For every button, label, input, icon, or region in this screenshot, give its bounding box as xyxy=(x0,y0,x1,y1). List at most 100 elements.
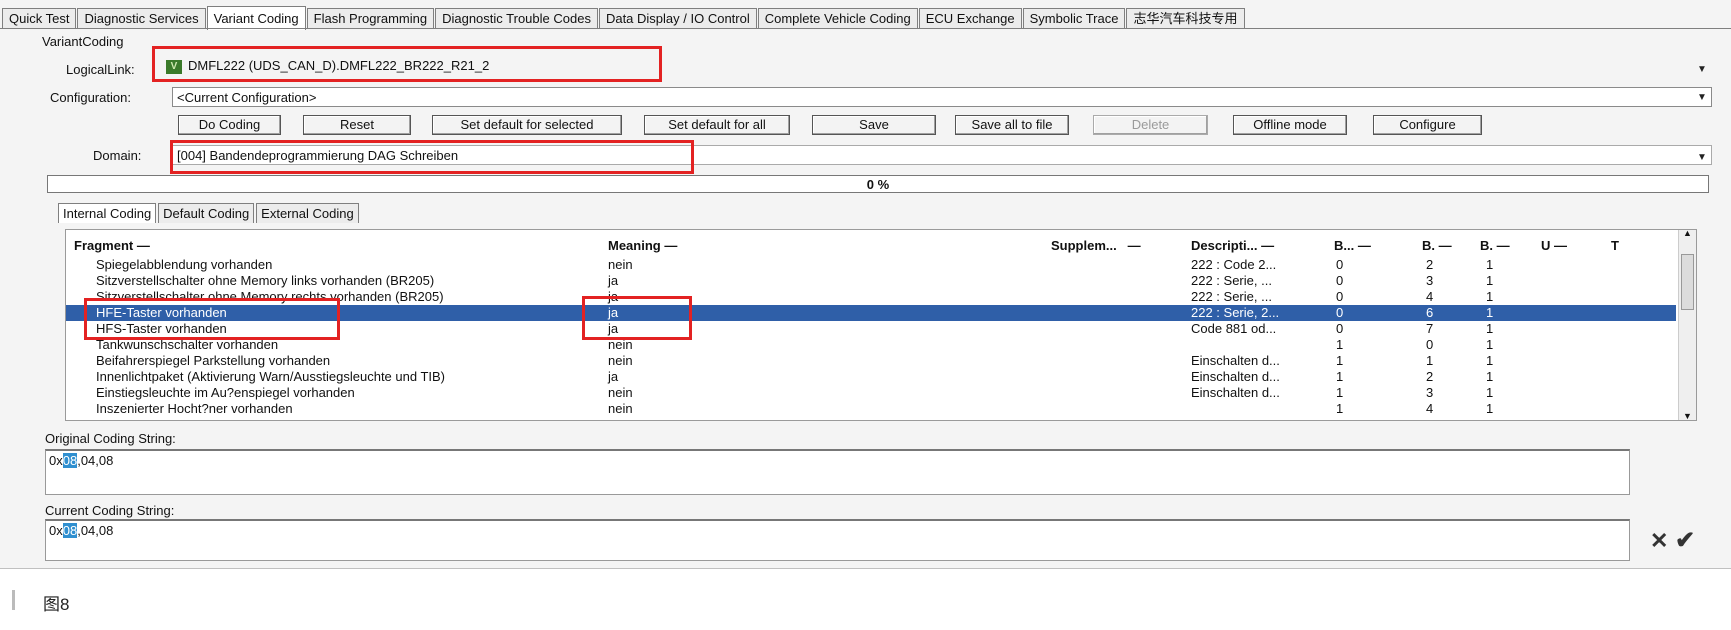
original-coding-field[interactable]: 0x08,04,08 xyxy=(45,449,1630,495)
tab-default-coding[interactable]: Default Coding xyxy=(158,203,255,223)
table-row[interactable]: Tankwunschschalter vorhanden nein 1 0 1 xyxy=(66,337,1676,353)
cell-byte: 1 xyxy=(1336,353,1344,368)
cell-byte: 1 xyxy=(1336,337,1344,352)
cell-meaning: nein xyxy=(608,257,633,272)
tab-flash-programming[interactable]: Flash Programming xyxy=(306,8,435,29)
logical-link-select[interactable]: V DMFL222 (UDS_CAN_D).DMFL222_BR222_R21_2 xyxy=(162,56,1707,76)
table-row[interactable]: Einstiegsleuchte im Au?enspiegel vorhand… xyxy=(66,385,1676,401)
table-row[interactable]: HFE-Taster vorhanden ja 222 : Serie, 2... 0… xyxy=(66,305,1676,321)
configuration-dropdown-icon[interactable]: ▼ xyxy=(1697,92,1707,103)
delete-button[interactable]: Delete xyxy=(1093,115,1208,135)
current-coding-highlight: 08 xyxy=(62,523,78,538)
cell-fragment: Einstiegsleuchte im Au?enspiegel vorhand… xyxy=(96,385,355,400)
tab-ecu-exchange[interactable]: ECU Exchange xyxy=(918,8,1022,29)
scroll-down-icon[interactable]: ▼ xyxy=(1683,411,1692,420)
cell-meaning: ja xyxy=(608,273,619,288)
header-u[interactable]: U — xyxy=(1541,238,1567,253)
do-coding-button[interactable]: Do Coding xyxy=(178,115,281,135)
domain-label: Domain: xyxy=(93,148,142,163)
current-coding-label: Current Coding String: xyxy=(45,503,175,518)
current-coding-prefix: 0x xyxy=(49,523,63,538)
configuration-value: <Current Configuration> xyxy=(177,90,317,105)
table-row[interactable]: Spiegelabblendung vorhanden nein 222 : Cod… xyxy=(66,257,1676,273)
table-row[interactable]: Innenlichtpaket (Aktivierung Warn/Aussti… xyxy=(66,369,1676,385)
header-description[interactable]: Descripti... — xyxy=(1191,238,1274,253)
cell-bit: 6 xyxy=(1426,305,1434,320)
header-meaning[interactable]: Meaning — xyxy=(608,238,677,253)
cell-byte: 1 xyxy=(1336,401,1344,416)
cell-bit: 4 xyxy=(1426,401,1434,416)
cell-description: 222 : Serie, ... xyxy=(1191,273,1272,288)
cell-byte: 0 xyxy=(1336,289,1344,304)
header-supplement[interactable]: Supplem... — xyxy=(1051,238,1141,253)
set-default-selected-button[interactable]: Set default for selected xyxy=(432,115,622,135)
cell-bit: 4 xyxy=(1426,289,1434,304)
table-row[interactable]: HFS-Taster vorhanden ja Code 881 od... 0 7 1 xyxy=(66,321,1676,337)
fragment-table[interactable]: Fragment — Meaning — Supplem... — Descri… xyxy=(65,229,1697,421)
tab-symbolic-trace[interactable]: Symbolic Trace xyxy=(1022,8,1126,29)
scroll-thumb[interactable] xyxy=(1681,254,1694,310)
cell-bit2: 1 xyxy=(1486,321,1494,336)
cell-bit2: 1 xyxy=(1486,289,1494,304)
configure-button[interactable]: Configure xyxy=(1373,115,1482,135)
configuration-select[interactable]: <Current Configuration> xyxy=(172,87,1712,107)
tab-external-coding[interactable]: External Coding xyxy=(256,203,359,223)
tab-variant-coding[interactable]: Variant Coding xyxy=(206,6,306,30)
table-row[interactable]: Sitzverstellschalter ohne Memory links v… xyxy=(66,273,1676,289)
cell-fragment: Innenlichtpaket (Aktivierung Warn/Aussti… xyxy=(96,369,446,384)
cell-bit2: 1 xyxy=(1486,257,1494,272)
table-row[interactable]: Inszenierter Hocht?ner vorhanden nein 1 4 1 xyxy=(66,401,1676,417)
cell-byte: 0 xyxy=(1336,305,1344,320)
cell-byte: 0 xyxy=(1336,273,1344,288)
original-coding-label: Original Coding String: xyxy=(45,431,176,446)
current-coding-field[interactable]: 0x08,04,08 xyxy=(45,519,1630,561)
offline-mode-button[interactable]: Offline mode xyxy=(1233,115,1347,135)
cell-meaning: nein xyxy=(608,401,633,416)
cell-meaning: ja xyxy=(608,321,619,336)
domain-select[interactable]: [004] Bandendeprogrammierung DAG Schreib… xyxy=(172,145,1712,165)
cell-description: 222 : Serie, 2... xyxy=(1191,305,1280,320)
tab-diagnostic-trouble-codes[interactable]: Diagnostic Trouble Codes xyxy=(435,8,598,29)
tab-quick-test[interactable]: Quick Test xyxy=(2,8,77,29)
logical-link-label: LogicalLink: xyxy=(66,62,135,77)
tab-complete-vehicle-coding[interactable]: Complete Vehicle Coding xyxy=(757,8,918,29)
save-button[interactable]: Save xyxy=(812,115,936,135)
cell-bit2: 1 xyxy=(1486,369,1494,384)
header-byte[interactable]: B... — xyxy=(1334,238,1371,253)
table-row[interactable]: Sitzverstellschalter ohne Memory rechts … xyxy=(66,289,1676,305)
cell-description: 222 : Code 2... xyxy=(1191,257,1277,272)
header-bit2[interactable]: B. — xyxy=(1480,238,1510,253)
confirm-check-icon[interactable]: ✔ xyxy=(1675,526,1695,555)
tab-data-display-io-control[interactable]: Data Display / IO Control xyxy=(598,8,757,29)
scroll-up-icon[interactable]: ▲ xyxy=(1683,230,1692,238)
current-coding-rest: ,04,08 xyxy=(77,523,114,538)
table-scrollbar[interactable]: ▲ ▼ xyxy=(1678,230,1696,420)
cell-fragment: Tankwunschschalter vorhanden xyxy=(96,337,279,352)
set-default-all-button[interactable]: Set default for all xyxy=(644,115,790,135)
table-row[interactable]: Beifahrerspiegel Parkstellung vorhanden n… xyxy=(66,353,1676,369)
save-all-to-file-button[interactable]: Save all to file xyxy=(955,115,1069,135)
cell-meaning: nein xyxy=(608,385,633,400)
cell-meaning: ja xyxy=(608,289,619,304)
caption-bar xyxy=(12,590,15,610)
tab-custom[interactable]: 志华汽车科技专用 xyxy=(1126,8,1245,29)
logical-link-value: DMFL222 (UDS_CAN_D).DMFL222_BR222_R21_2 xyxy=(188,58,490,73)
cell-description: Einschalten d... xyxy=(1191,353,1280,368)
cell-fragment: Spiegelabblendung vorhanden xyxy=(96,257,273,272)
header-bit[interactable]: B. — xyxy=(1422,238,1452,253)
domain-dropdown-icon[interactable]: ▼ xyxy=(1697,152,1707,163)
tab-diagnostic-services[interactable]: Diagnostic Services xyxy=(77,8,206,29)
original-coding-value: 0x08,04,08 xyxy=(49,453,113,468)
logical-link-dropdown-icon[interactable]: ▼ xyxy=(1697,64,1707,75)
domain-value: [004] Bandendeprogrammierung DAG Schreib… xyxy=(177,148,459,163)
reset-button[interactable]: Reset xyxy=(303,115,411,135)
header-t[interactable]: T xyxy=(1611,238,1619,253)
cell-bit: 2 xyxy=(1426,257,1434,272)
figure-caption: 图8 xyxy=(43,595,70,614)
cancel-icon[interactable]: ✕ xyxy=(1650,528,1668,554)
tab-internal-coding[interactable]: Internal Coding xyxy=(58,203,157,223)
variant-coding-window: Quick Test Diagnostic Services Variant C… xyxy=(0,0,1731,569)
cell-bit: 1 xyxy=(1426,353,1434,368)
cell-bit: 0 xyxy=(1426,337,1434,352)
header-fragment[interactable]: Fragment — xyxy=(74,238,150,253)
